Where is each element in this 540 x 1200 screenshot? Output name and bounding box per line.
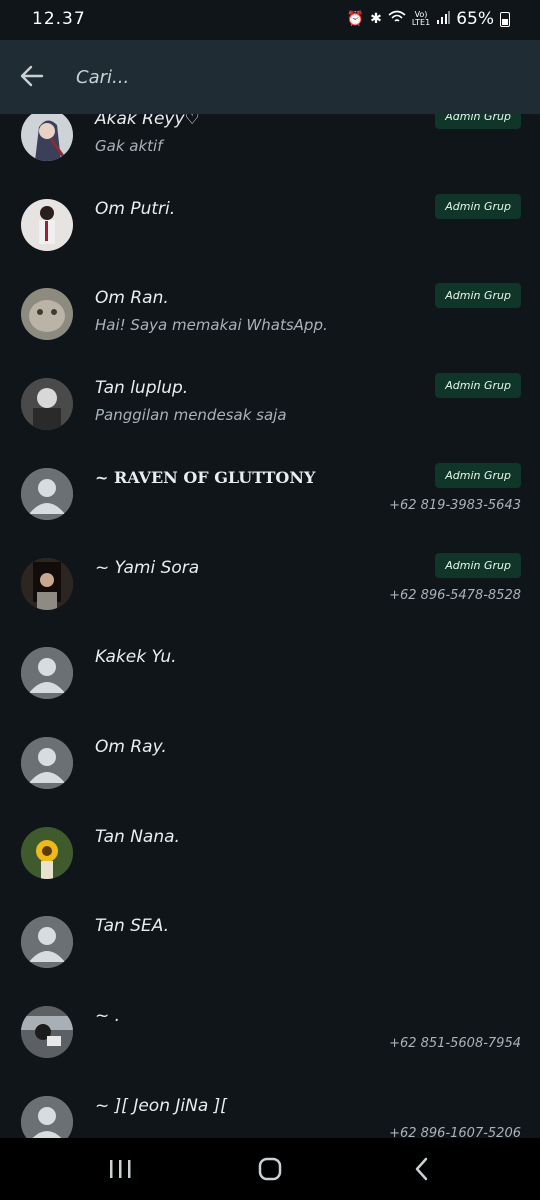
signal-icon <box>436 10 451 28</box>
member-name: Om Ray. <box>95 736 167 757</box>
member-list[interactable]: Akak Reyy♡ Gak aktif Admin Grup Om Putri. Ad… <box>0 114 540 1138</box>
list-item[interactable]: Tan luplup. Panggilan mendesak saja Admin … <box>0 361 540 451</box>
list-item[interactable]: ~ . +62 851-5608-7954 <box>0 989 540 1079</box>
list-item[interactable]: Om Ray. <box>0 720 540 810</box>
lte-label: LTE1 <box>411 18 431 27</box>
person-icon[interactable] <box>21 736 73 789</box>
admin-badge: Admin Grup <box>435 373 521 399</box>
member-name: Om Putri. <box>95 198 176 219</box>
recent-apps-icon[interactable] <box>106 1156 136 1182</box>
person-icon[interactable] <box>21 916 73 969</box>
battery-percent: 65% <box>456 9 494 29</box>
status-icons: ⏰ ✱ Vo) LTE1 65% <box>347 9 510 29</box>
list-item[interactable]: ~ Yami Sora Admin Grup +62 896-5478-8528 <box>0 541 540 631</box>
search-header <box>0 40 540 114</box>
arrow-left-icon[interactable] <box>18 62 46 90</box>
list-item[interactable]: Tan Nana. <box>0 810 540 900</box>
list-item[interactable]: ~ ][ Jeon JiNa ][ +62 896-1607-5206 <box>0 1079 540 1138</box>
list-item[interactable]: Akak Reyy♡ Gak aktif Admin Grup <box>0 114 540 182</box>
admin-badge: Admin Grup <box>435 193 521 219</box>
avatar[interactable] <box>21 826 73 879</box>
person-icon[interactable] <box>21 647 73 700</box>
member-name: Om Ran. <box>95 288 169 309</box>
person-icon[interactable] <box>21 467 73 520</box>
member-about: Panggilan mendesak saja <box>95 406 287 425</box>
member-about: Hai! Saya memakai WhatsApp. <box>95 316 328 335</box>
battery-icon <box>500 11 510 27</box>
member-name: ~ Yami Sora <box>95 557 200 578</box>
member-phone: +62 896-5478-8528 <box>389 587 521 603</box>
member-phone: +62 896-1607-5206 <box>389 1125 521 1138</box>
back-chevron-icon[interactable] <box>407 1156 437 1182</box>
search-input[interactable] <box>74 60 498 94</box>
bluetooth-icon: ✱ <box>370 11 382 27</box>
avatar[interactable] <box>21 198 73 251</box>
list-item[interactable]: Om Ran. Hai! Saya memakai WhatsApp. Admin … <box>0 271 540 361</box>
member-name: Tan SEA. <box>95 916 170 937</box>
list-item[interactable]: Om Putri. Admin Grup <box>0 182 540 272</box>
wifi-icon <box>388 10 406 28</box>
list-item[interactable]: ~ RAVEN OF GLUTTONY Admin Grup +62 819-398… <box>0 451 540 541</box>
admin-badge: Admin Grup <box>435 462 521 488</box>
member-phone: +62 819-3983-5643 <box>389 497 521 513</box>
home-icon[interactable] <box>255 1156 285 1182</box>
status-bar: 12.37 ⏰ ✱ Vo) LTE1 65% <box>0 0 540 40</box>
member-name: Kakek Yu. <box>95 647 177 668</box>
list-item[interactable]: Tan SEA. <box>0 899 540 989</box>
admin-badge: Admin Grup <box>435 283 521 309</box>
person-icon[interactable] <box>21 1095 73 1138</box>
alarm-icon: ⏰ <box>346 11 365 27</box>
admin-badge: Admin Grup <box>435 114 521 129</box>
avatar[interactable] <box>21 378 73 431</box>
member-about: Gak aktif <box>95 137 163 155</box>
avatar[interactable] <box>21 114 73 161</box>
status-time: 12.37 <box>32 9 86 29</box>
network-type-label: Vo) LTE1 <box>412 11 430 27</box>
avatar[interactable] <box>21 557 73 610</box>
avatar[interactable] <box>21 1006 73 1058</box>
member-name: ~ ][ Jeon JiNa ][ <box>95 1095 227 1116</box>
avatar[interactable] <box>21 288 73 341</box>
member-phone: +62 851-5608-7954 <box>389 1036 521 1051</box>
list-item[interactable]: Kakek Yu. <box>0 630 540 720</box>
system-nav-bar <box>0 1138 540 1200</box>
member-name: ~ RAVEN OF GLUTTONY <box>95 467 316 487</box>
member-name: Tan Nana. <box>95 826 180 847</box>
member-name: Tan luplup. <box>95 378 189 399</box>
member-name: ~ . <box>95 1006 121 1026</box>
admin-badge: Admin Grup <box>435 552 521 578</box>
member-name: Akak Reyy♡ <box>95 114 200 129</box>
